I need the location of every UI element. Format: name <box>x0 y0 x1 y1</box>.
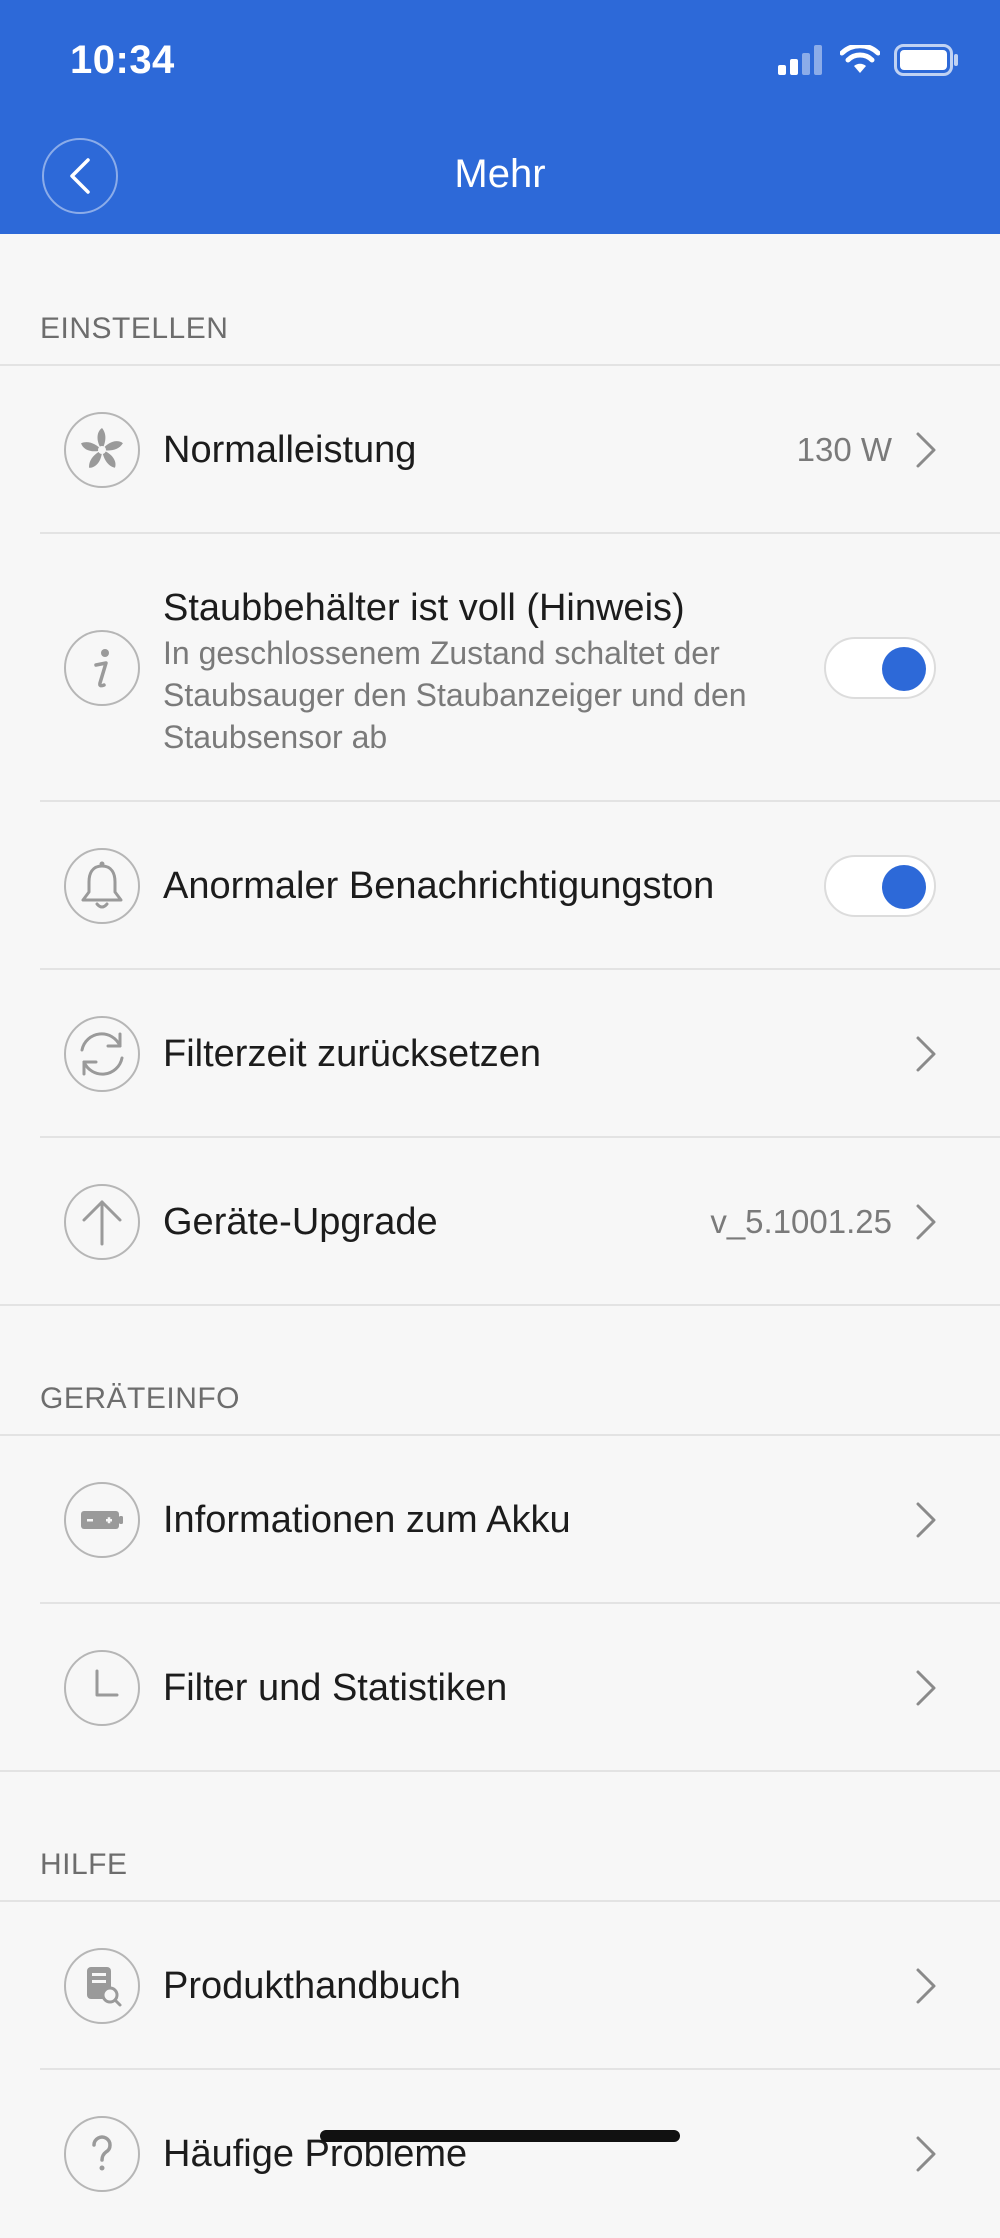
chevron-right-icon <box>916 1204 936 1240</box>
battery-status-icon <box>894 44 958 76</box>
row-dust-full-hint: Staubbehälter ist voll (Hinweis) In gesc… <box>0 534 1000 802</box>
home-indicator <box>320 2130 680 2142</box>
divider <box>0 1304 1000 1306</box>
toggle-knob <box>882 647 926 691</box>
row-label: Informationen zum Akku <box>163 1498 571 1541</box>
bell-icon <box>64 848 140 924</box>
row-battery-info[interactable]: Informationen zum Akku <box>0 1436 1000 1604</box>
row-label: Produkthandbuch <box>163 1964 461 2007</box>
row-product-manual[interactable]: Produkthandbuch <box>0 1902 1000 2070</box>
chevron-right-icon <box>916 1502 936 1538</box>
status-time: 10:34 <box>70 38 175 82</box>
firmware-version: v_5.1001.25 <box>710 1203 892 1240</box>
row-filter-time-reset[interactable]: Filterzeit zurücksetzen <box>0 970 1000 1138</box>
power-value: 130 W <box>796 431 892 468</box>
page-title: Mehr <box>454 152 546 196</box>
row-label: Normalleistung <box>163 428 417 471</box>
row-label: Staubbehälter ist voll (Hinweis) <box>163 587 685 629</box>
clock-icon <box>64 1650 140 1726</box>
battery-icon <box>64 1482 140 1558</box>
chevron-right-icon <box>916 1968 936 2004</box>
chevron-right-icon <box>916 432 936 468</box>
top-bar: 10:34 Mehr <box>0 0 1000 234</box>
chevron-right-icon <box>916 2136 936 2172</box>
row-device-upgrade[interactable]: Geräte-Upgrade v_5.1001.25 <box>0 1138 1000 1306</box>
refresh-icon <box>64 1016 140 1092</box>
section-header-settings: EINSTELLEN <box>0 234 1000 366</box>
row-label: Filter und Statistiken <box>163 1666 508 1709</box>
toggle-knob <box>882 865 926 909</box>
section-header-help: HILFE <box>0 1772 1000 1902</box>
dust-hint-toggle[interactable] <box>824 637 936 699</box>
cellular-signal-icon <box>778 45 822 75</box>
row-normal-power[interactable]: Normalleistung 130 W <box>0 366 1000 534</box>
wifi-icon <box>840 45 880 73</box>
notification-sound-toggle[interactable] <box>824 855 936 917</box>
manual-icon <box>64 1948 140 2024</box>
fan-icon <box>64 412 140 488</box>
settings-list: EINSTELLEN Normalleistung 130 W Staubbeh… <box>0 234 1000 2238</box>
help-icon <box>64 2116 140 2192</box>
section-header-device-info: GERÄTEINFO <box>0 1306 1000 1436</box>
row-label: Anormaler Benachrichtigungston <box>163 864 715 907</box>
row-label: Filterzeit zurücksetzen <box>163 1032 542 1075</box>
status-icons <box>778 44 960 76</box>
divider <box>0 1770 1000 1772</box>
info-icon <box>64 630 140 706</box>
chevron-right-icon <box>916 1036 936 1072</box>
row-description: In geschlossenem Zustand schaltet der St… <box>163 635 747 755</box>
row-label: Geräte-Upgrade <box>163 1200 438 1243</box>
upgrade-arrow-icon <box>64 1184 140 1260</box>
row-faq[interactable]: Häufige Probleme <box>0 2070 1000 2238</box>
chevron-right-icon <box>916 1670 936 1706</box>
row-abnormal-notification-sound: Anormaler Benachrichtigungston <box>0 802 1000 970</box>
row-text: Staubbehälter ist voll (Hinweis) In gesc… <box>163 584 803 758</box>
row-filter-statistics[interactable]: Filter und Statistiken <box>0 1604 1000 1772</box>
